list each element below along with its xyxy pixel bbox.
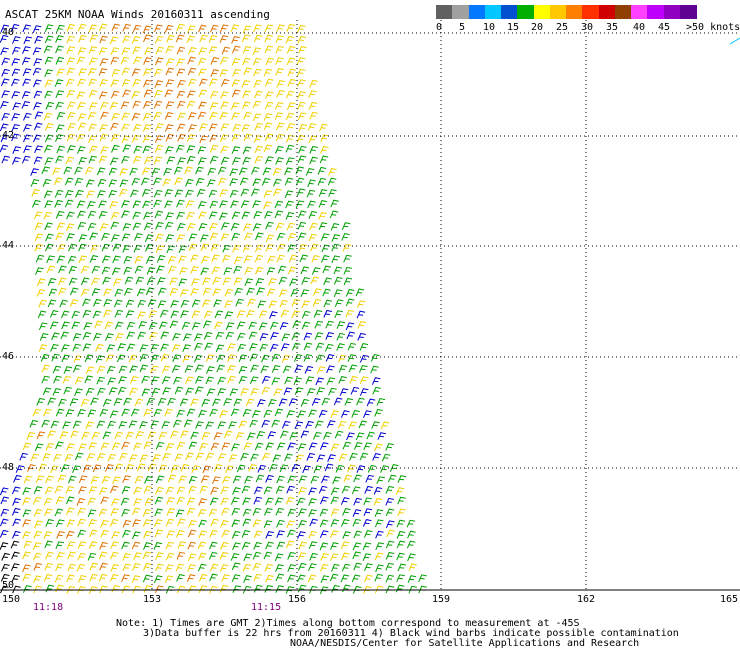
legend-swatch-15 <box>679 5 697 19</box>
legend-swatch-6 <box>533 5 551 19</box>
time-label-1115: 11:15 <box>251 602 282 613</box>
legend-swatch-3 <box>484 5 502 19</box>
lat-label-48: 48 <box>2 462 15 473</box>
lat-label-42: 42 <box>2 130 15 141</box>
lat-label-44: 44 <box>2 240 15 251</box>
lat-label-46: 46 <box>2 351 15 362</box>
legend-swatch-5 <box>517 5 534 19</box>
lon-label-156: 156 <box>288 594 307 605</box>
legend-label-15: 15 <box>507 22 520 33</box>
legend-swatch-9 <box>582 5 599 19</box>
legend-label-0: 0 <box>436 22 443 33</box>
legend-label-45: 45 <box>658 22 671 33</box>
time-label-1118: 11:18 <box>33 602 64 613</box>
lon-label-153: 153 <box>143 594 162 605</box>
legend-swatch-7 <box>549 5 567 19</box>
legend-swatch-8 <box>566 5 583 19</box>
legend-swatch-11 <box>614 5 632 19</box>
legend-swatch-14 <box>663 5 681 19</box>
legend-label-5: 5 <box>459 22 466 33</box>
legend-label-35: 35 <box>606 22 619 33</box>
legend-swatch-12 <box>631 5 648 19</box>
legend-swatch-13 <box>647 5 664 19</box>
legend-label-20: 20 <box>531 22 544 33</box>
legend-label-25: 25 <box>556 22 569 33</box>
lat-label-50: 50 <box>2 580 15 591</box>
note-line-3: NOAA/NESDIS/Center for Satellite Applica… <box>290 638 640 649</box>
legend-label-10: 10 <box>483 22 496 33</box>
legend-label-30: 30 <box>581 22 594 33</box>
legend-swatch-4 <box>501 5 518 19</box>
legend-swatch-0 <box>436 5 453 19</box>
legend-label-40: 40 <box>633 22 646 33</box>
lon-label-150: 150 <box>2 594 21 605</box>
map-edge-mark <box>729 37 740 45</box>
lat-lon-grid <box>0 20 740 590</box>
lon-label-162: 162 <box>577 594 596 605</box>
legend-label-50-knots: >50 knots <box>686 22 740 33</box>
legend-swatch-2 <box>468 5 486 19</box>
lon-label-165: 165 <box>720 594 739 605</box>
wind-map <box>0 20 740 595</box>
lon-label-159: 159 <box>432 594 451 605</box>
wind-barbs <box>0 23 427 595</box>
legend-swatch-1 <box>452 5 469 19</box>
lat-label-40: 40 <box>2 27 15 38</box>
legend-swatch-10 <box>598 5 616 19</box>
